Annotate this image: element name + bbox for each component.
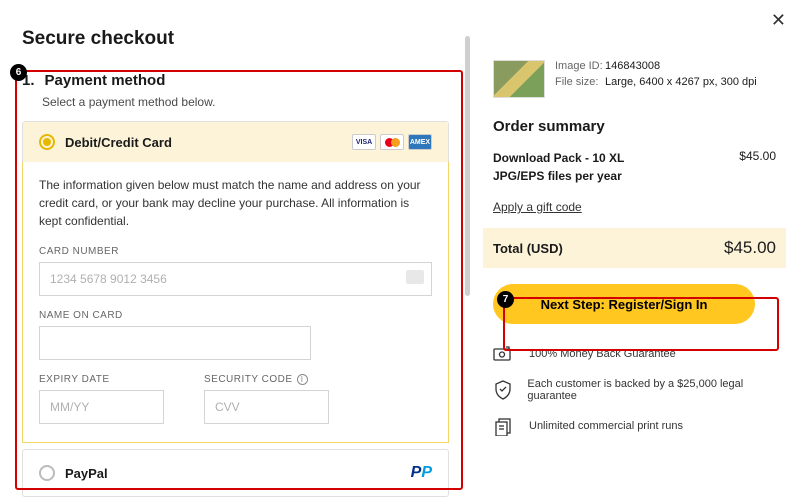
card-info-text: The information given below must match t… [39,176,432,230]
order-total-row: Total (USD) $45.00 [483,228,786,268]
card-icon [406,270,424,284]
product-meta: Image ID:146843008 File size:Large, 6400… [555,60,757,98]
section-title: Payment method [45,72,166,89]
next-step-button[interactable]: Next Step: Register/Sign In [493,284,755,324]
name-on-card-label: NAME ON CARD [39,310,432,321]
card-number-input[interactable] [39,262,432,296]
visa-icon: VISA [352,134,376,150]
paypal-option-label: PayPal [65,466,108,481]
close-button[interactable]: ✕ [763,6,794,35]
payment-subtext: Select a payment method below. [42,95,449,109]
radio-card[interactable] [39,134,55,150]
amex-icon: AMEX [408,134,432,150]
radio-paypal[interactable] [39,465,55,481]
expiry-label: EXPIRY DATE [39,374,164,385]
order-summary-title: Order summary [493,118,776,135]
cvv-label: SECURITY CODE [204,374,293,385]
expiry-input[interactable] [39,390,164,424]
apply-gift-code-link[interactable]: Apply a gift code [493,200,582,214]
document-icon [493,416,515,436]
guarantee-legal: Each customer is backed by a $25,000 leg… [493,378,776,402]
guarantee-money-back: 100% Money Back Guarantee [493,344,776,364]
paypal-icon: PP [411,464,432,482]
payment-section-heading: 1. Payment method [22,72,449,89]
card-number-label: CARD NUMBER [39,246,432,257]
annotation-badge-7: 7 [497,291,514,308]
page-title: Secure checkout [22,28,449,50]
product-thumbnail [493,60,545,98]
payment-option-card[interactable]: Debit/Credit Card VISA AMEX The informat… [22,121,449,443]
mastercard-icon [380,134,404,150]
guarantee-print: Unlimited commercial print runs [493,416,776,436]
order-line-item: Download Pack - 10 XL JPG/EPS files per … [493,149,776,185]
card-option-label: Debit/Credit Card [65,135,172,150]
info-icon[interactable]: i [297,374,308,385]
shield-icon [493,380,513,400]
payment-option-paypal[interactable]: PayPal PP [22,449,449,497]
cvv-input[interactable] [204,390,329,424]
scrollbar[interactable] [465,36,470,296]
name-on-card-input[interactable] [39,326,311,360]
money-back-icon [493,344,515,364]
card-logos: VISA AMEX [352,134,432,150]
annotation-badge-6: 6 [10,64,27,81]
